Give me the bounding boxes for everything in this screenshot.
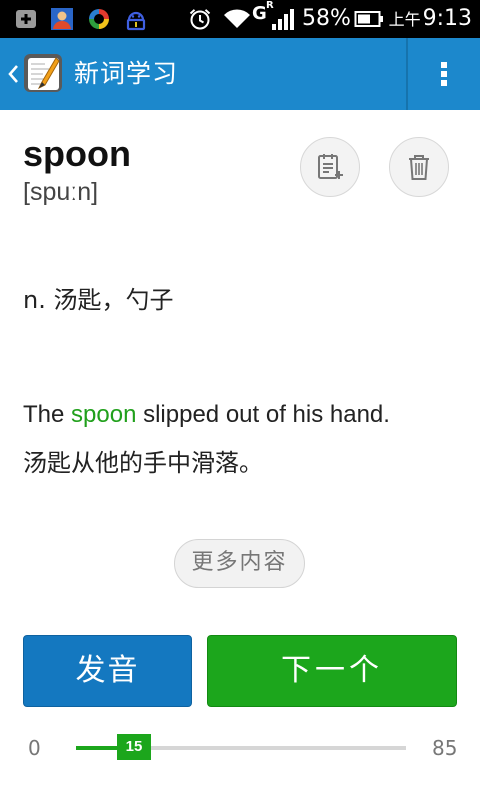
trash-icon [409,155,429,180]
progress-slider[interactable]: 15 [76,734,406,760]
add-to-notebook-icon [318,154,343,179]
vocabulary-app-icon[interactable] [22,52,66,96]
add-box-icon [16,10,36,28]
example-translation: 汤匙从他的手中滑落。 [23,449,263,477]
delete-word-button[interactable] [389,137,449,197]
contacts-icon [51,8,73,30]
headword: spoon [23,133,131,174]
progress-min-label: 0 [28,736,41,760]
example-highlight-word: spoon [71,401,137,428]
add-to-notebook-button[interactable] [300,137,360,197]
more-content-button[interactable]: 更多内容 [174,539,305,588]
progress-thumb[interactable]: 15 [117,734,151,760]
status-bar: G R 58% 上午9:13 [0,0,480,38]
clock-time: 9:13 [422,6,472,31]
back-chevron-icon[interactable] [6,60,20,88]
example-text-after: slipped out of his hand. [136,401,390,428]
sync-app-icon [89,9,109,29]
example-sentence: The spoon slipped out of his hand. [23,398,390,432]
example-text-before: The [23,401,72,428]
signal-icon [272,9,294,30]
usb-debug-icon [126,11,146,31]
clock-ampm: 上午 [388,10,421,29]
alarm-icon [189,9,211,30]
overflow-menu-button[interactable] [408,38,480,110]
wifi-icon [224,9,250,28]
word-definition: n. 汤匙，勺子 [23,286,174,314]
action-bar: 新词学习 [0,38,480,110]
screen: G R 58% 上午9:13 新词学习 spoon [spuːn] n. 汤匙，… [0,0,480,800]
next-word-button[interactable]: 下一个 [207,635,457,707]
network-type-label: G [252,3,267,24]
progress-max-label: 85 [432,736,458,760]
battery-icon [354,11,383,27]
phonetic-transcription: [spuːn] [23,178,99,206]
page-title: 新词学习 [74,59,179,88]
pronounce-button[interactable]: 发音 [23,635,192,707]
battery-percent: 58% [302,6,351,31]
clock: 上午9:13 [389,6,472,33]
